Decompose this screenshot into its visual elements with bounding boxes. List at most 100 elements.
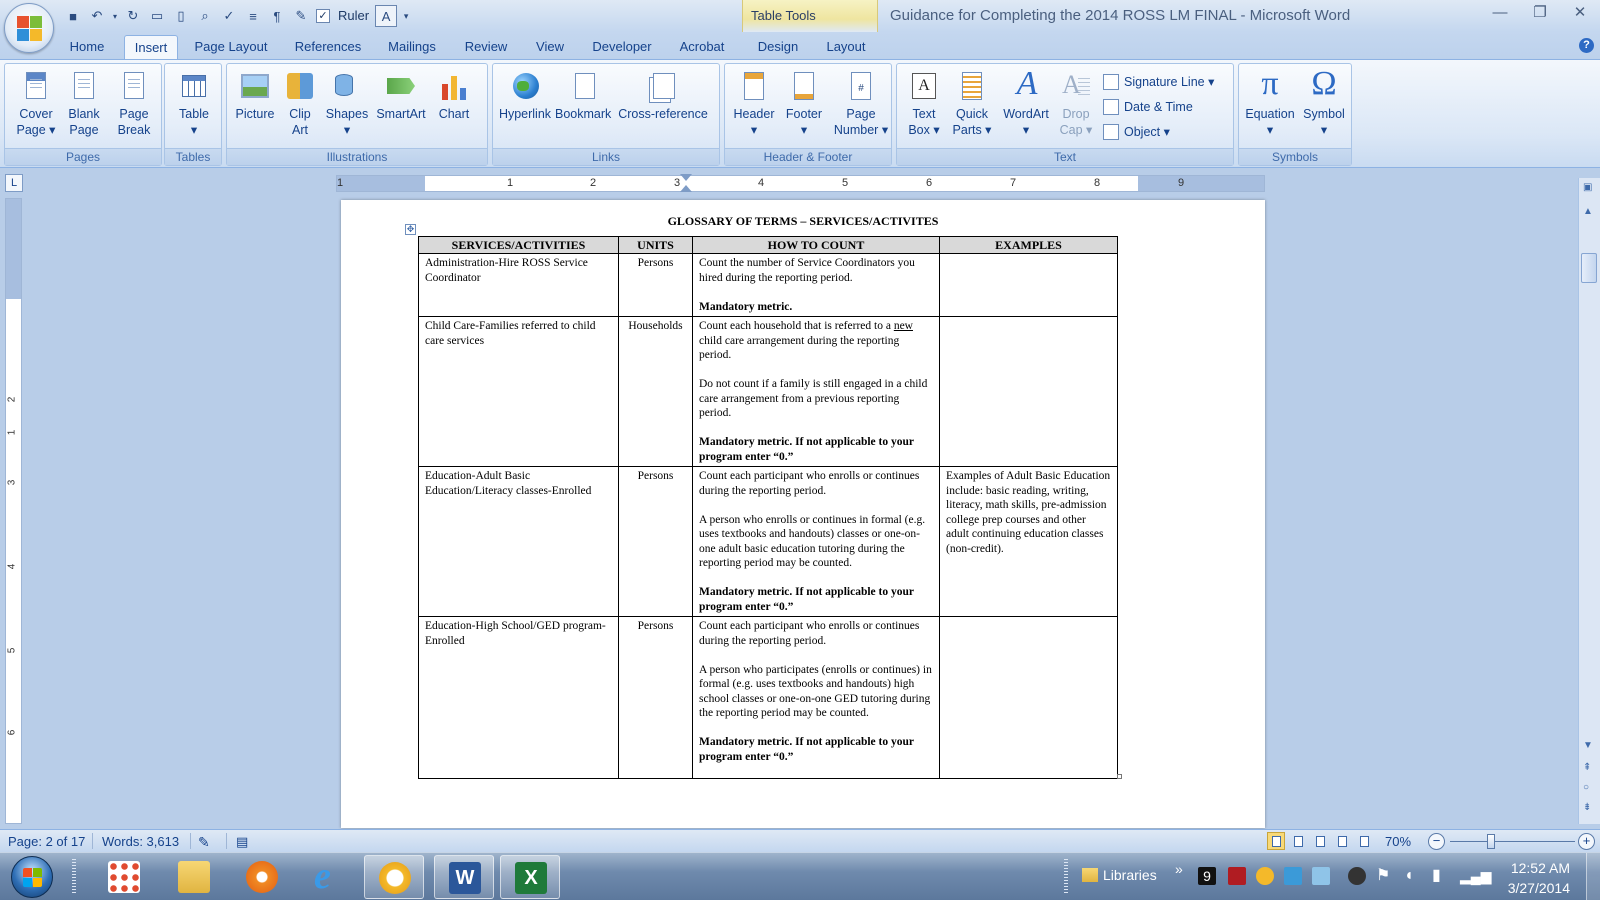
table-resize-handle-icon[interactable] — [1117, 774, 1122, 779]
how-to-count-cell[interactable]: Count the number of Service Coordinators… — [692, 253, 940, 317]
cover-page-button[interactable]: Cover Page ▾ — [11, 70, 61, 138]
taskbar-excel[interactable]: X — [500, 855, 560, 899]
show-desktop-button[interactable] — [1586, 853, 1600, 900]
print-preview-icon[interactable]: ⌕ — [194, 5, 216, 27]
full-screen-reading-icon[interactable] — [1289, 832, 1307, 850]
macro-record-icon[interactable]: ▤ — [236, 833, 248, 851]
quick-parts-button[interactable]: Quick Parts ▾ — [949, 70, 995, 138]
signature-line-button[interactable]: Signature Line ▾ — [1103, 70, 1214, 94]
units-cell[interactable]: Persons — [618, 616, 693, 779]
text-box-button[interactable]: A Text Box ▾ — [901, 70, 947, 138]
ruler-toggle-icon[interactable]: ▣ — [1583, 182, 1592, 193]
spelling-icon[interactable]: ✓ — [218, 5, 240, 27]
service-cell[interactable]: Administration-Hire ROSS Service Coordin… — [418, 253, 619, 317]
tray-badge-icon[interactable]: 9 — [1198, 867, 1216, 885]
pilcrow-icon[interactable]: ¶ — [266, 5, 288, 27]
indent-marker-icon[interactable] — [680, 174, 692, 192]
tab-selector[interactable]: L — [5, 174, 23, 192]
help-icon[interactable]: ? — [1579, 38, 1594, 53]
horizontal-ruler[interactable]: 1 1 2 3 4 5 6 7 8 9 — [336, 174, 1265, 192]
date-time-button[interactable]: Date & Time — [1103, 95, 1193, 119]
format-painter-icon[interactable]: ✎ — [290, 5, 312, 27]
taskbar-metro-apps[interactable] — [94, 855, 154, 899]
customize-qat-icon[interactable]: ▾ — [399, 5, 413, 27]
toolbar-overflow-icon[interactable]: » — [1175, 861, 1183, 877]
examples-cell[interactable] — [939, 253, 1118, 317]
smartart-button[interactable]: SmartArt — [373, 70, 429, 122]
tab-references[interactable]: References — [290, 35, 366, 60]
cross-reference-button[interactable]: Cross-reference — [615, 70, 711, 122]
zoom-out-button[interactable]: − — [1428, 833, 1445, 850]
webcam-icon[interactable] — [1348, 867, 1366, 885]
tab-developer[interactable]: Developer — [586, 35, 658, 60]
equation-button[interactable]: π Equation ▾ — [1241, 66, 1299, 138]
redo-icon[interactable]: ↻ — [122, 5, 144, 27]
undo-icon[interactable]: ↶ — [86, 5, 108, 27]
symbol-button[interactable]: Ω Symbol ▾ — [1299, 66, 1349, 138]
restore-icon[interactable]: ❐ — [1520, 0, 1560, 24]
examples-cell[interactable]: Examples of Adult Basic Education includ… — [939, 466, 1118, 617]
start-button[interactable] — [11, 856, 53, 898]
proofing-icon[interactable]: ✎ — [198, 833, 210, 851]
scroll-up-icon[interactable]: ▲ — [1583, 206, 1593, 217]
hyperlink-button[interactable]: Hyperlink — [497, 70, 553, 122]
volume-icon[interactable]: ◖ — [1404, 867, 1422, 885]
tab-mailings[interactable]: Mailings — [380, 35, 444, 60]
taskbar-internet-explorer[interactable]: e — [300, 855, 360, 899]
draft-view-icon[interactable] — [1355, 832, 1373, 850]
how-to-count-cell[interactable]: Count each household that is referred to… — [692, 316, 940, 467]
chart-button[interactable]: Chart — [431, 70, 477, 122]
page-number-button[interactable]: # Page Number ▾ — [831, 70, 891, 138]
signal-strength-icon[interactable]: ▂▄▆ — [1460, 867, 1491, 885]
picture-button[interactable]: Picture — [231, 70, 279, 122]
units-cell[interactable]: Persons — [618, 253, 693, 317]
footer-button[interactable]: Footer ▾ — [779, 70, 829, 138]
open-folder-icon[interactable]: ▭ — [146, 5, 168, 27]
zoom-level[interactable]: 70% — [1385, 833, 1411, 851]
table-move-handle-icon[interactable]: ✥ — [405, 224, 416, 235]
close-icon[interactable]: ✕ — [1560, 0, 1600, 24]
minimize-icon[interactable]: — — [1480, 0, 1520, 24]
page-count-status[interactable]: Page: 2 of 17 — [8, 833, 85, 851]
text-style-icon[interactable]: A — [375, 5, 398, 27]
vertical-ruler[interactable]: 1 2 3 4 5 6 — [5, 198, 22, 824]
examples-cell[interactable] — [939, 616, 1118, 779]
table-button[interactable]: Table ▾ — [171, 70, 217, 138]
units-cell[interactable]: Households — [618, 316, 693, 467]
header-button[interactable]: Header ▾ — [729, 70, 779, 138]
tab-home[interactable]: Home — [62, 35, 112, 60]
previous-page-icon[interactable]: ⇞ — [1583, 762, 1591, 773]
zoom-slider-thumb[interactable] — [1487, 834, 1495, 849]
clip-art-button[interactable]: Clip Art — [283, 70, 317, 138]
scroll-thumb[interactable] — [1581, 253, 1597, 283]
examples-cell[interactable] — [939, 316, 1118, 467]
how-to-count-cell[interactable]: Count each participant who enrolls or co… — [692, 466, 940, 617]
system-clock[interactable]: 12:52 AM 3/27/2014 — [1508, 858, 1570, 898]
tab-review[interactable]: Review — [458, 35, 514, 60]
save-icon[interactable]: ■ — [62, 5, 84, 27]
mcafee-shield-icon[interactable] — [1228, 867, 1246, 885]
zoom-in-button[interactable]: + — [1578, 833, 1595, 850]
network-devices-icon[interactable] — [1284, 867, 1302, 885]
service-cell[interactable]: Education-Adult Basic Education/Literacy… — [418, 466, 619, 617]
outline-view-icon[interactable] — [1333, 832, 1351, 850]
libraries-toolbar[interactable]: Libraries — [1082, 867, 1157, 883]
taskbar-media-player[interactable] — [232, 855, 292, 899]
tab-layout[interactable]: Layout — [818, 35, 874, 60]
outlook-tray-icon[interactable] — [1256, 867, 1274, 885]
undo-dropdown-icon[interactable]: ▾ — [110, 5, 120, 27]
taskbar-word[interactable]: W — [434, 855, 494, 899]
word-count-status[interactable]: Words: 3,613 — [102, 833, 179, 851]
tab-design[interactable]: Design — [750, 35, 806, 60]
wordart-button[interactable]: A WordArt ▾ — [997, 67, 1055, 138]
paragraph-list-icon[interactable]: ≡ — [242, 5, 264, 27]
document-page[interactable]: GLOSSARY OF TERMS – SERVICES/ACTIVITES ✥… — [341, 200, 1265, 828]
tab-view[interactable]: View — [528, 35, 572, 60]
shapes-button[interactable]: Shapes ▾ — [323, 70, 371, 138]
units-cell[interactable]: Persons — [618, 466, 693, 617]
sync-icon[interactable] — [1312, 867, 1330, 885]
action-center-flag-icon[interactable]: ⚑ — [1376, 867, 1394, 885]
zoom-slider[interactable] — [1450, 841, 1575, 842]
select-browse-object-icon[interactable]: ○ — [1583, 782, 1589, 793]
blank-page-button[interactable]: Blank Page — [61, 70, 107, 138]
